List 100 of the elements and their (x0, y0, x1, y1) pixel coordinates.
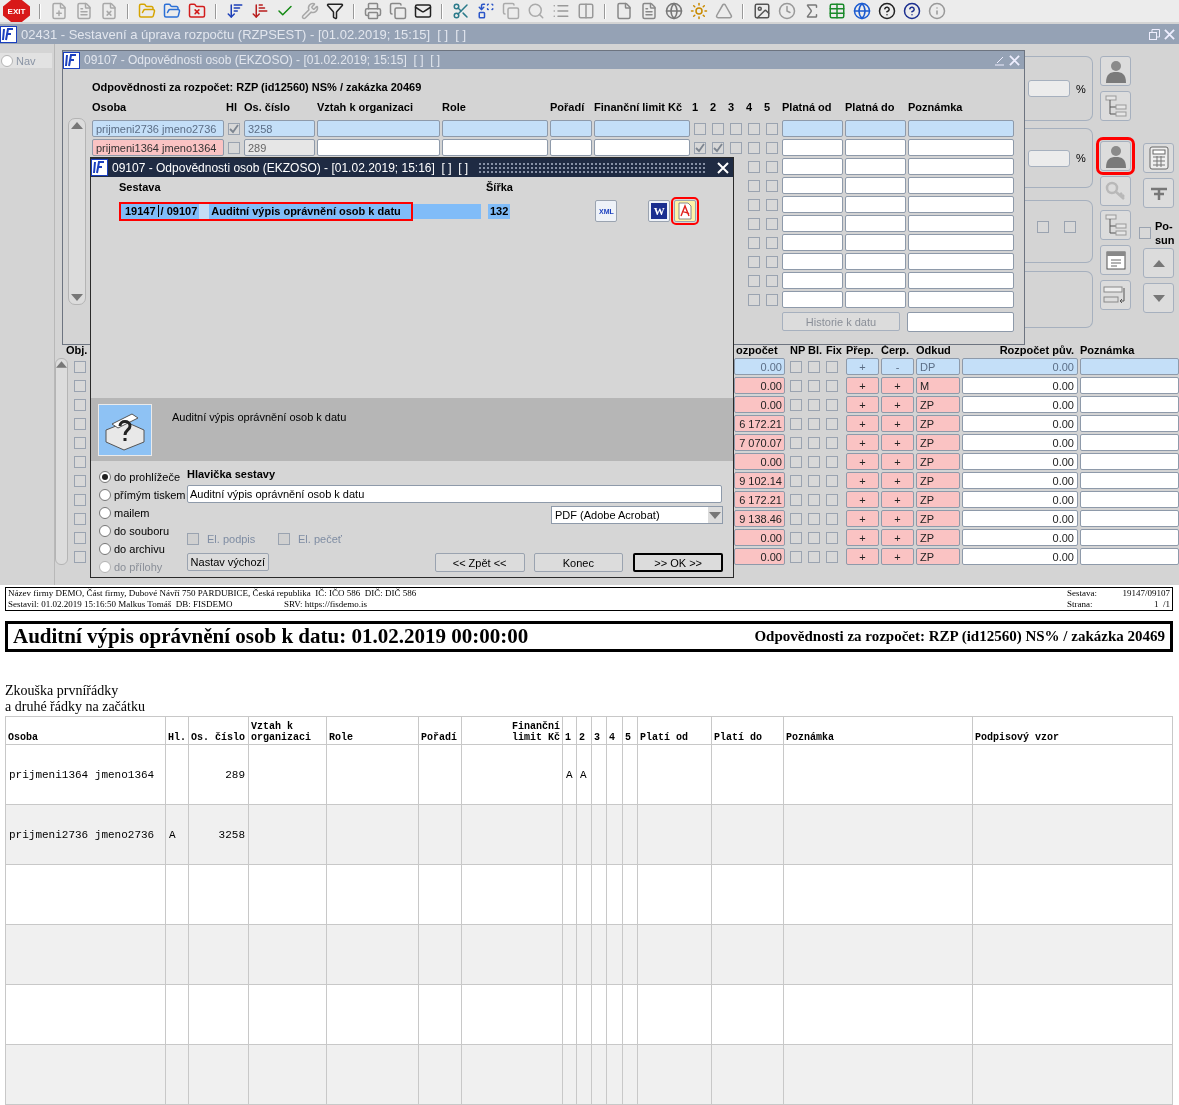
checkbox[interactable] (694, 122, 706, 135)
checkbox[interactable] (74, 379, 86, 392)
help-icon[interactable] (878, 2, 896, 20)
pdf-export-button[interactable] (674, 200, 697, 222)
checkbox[interactable] (712, 122, 724, 135)
radio-button[interactable] (99, 471, 111, 483)
radio-button[interactable] (99, 543, 111, 555)
info-icon[interactable] (928, 2, 946, 20)
radio-button[interactable] (99, 489, 111, 501)
copy-icon[interactable] (502, 2, 520, 20)
folder-delete-icon[interactable] (188, 2, 206, 20)
checkbox[interactable] (826, 398, 838, 411)
header-input[interactable]: Auditní výpis oprávnění osob k datu (187, 485, 722, 503)
checkbox[interactable] (730, 122, 742, 135)
tree-button[interactable] (1100, 91, 1131, 121)
checkbox[interactable] (74, 550, 86, 563)
wrench-icon[interactable] (301, 2, 319, 20)
checkbox[interactable] (748, 293, 760, 306)
checkbox[interactable] (808, 550, 820, 563)
checkbox[interactable] (766, 160, 778, 173)
checkbox[interactable] (790, 493, 802, 506)
columns-icon[interactable] (577, 2, 595, 20)
option-label[interactable]: mailem (114, 507, 150, 519)
person-cell[interactable]: prijmeni2736 jmeno2736 (92, 120, 224, 137)
checkbox[interactable] (766, 255, 778, 268)
document-icon[interactable] (640, 2, 658, 20)
checkbox[interactable] (808, 417, 820, 430)
checkbox[interactable] (790, 550, 802, 563)
option-label[interactable]: do souboru (114, 525, 170, 537)
checkbox[interactable] (808, 474, 820, 487)
checkbox[interactable] (790, 436, 802, 449)
file-edit-icon[interactable] (75, 2, 93, 20)
checkbox[interactable] (790, 474, 802, 487)
sort-descending-icon[interactable] (251, 2, 269, 20)
sun-icon[interactable] (690, 2, 708, 20)
checkbox[interactable] (826, 436, 838, 449)
checkbox[interactable] (826, 360, 838, 373)
checkbox[interactable] (74, 455, 86, 468)
search-icon[interactable] (527, 2, 545, 20)
checkbox[interactable] (74, 474, 86, 487)
checkbox[interactable] (808, 379, 820, 392)
exit-button[interactable]: EXIT (3, 0, 30, 22)
checkbox[interactable] (790, 379, 802, 392)
option-label[interactable]: přímým tiskem (114, 489, 186, 501)
checkbox[interactable] (790, 417, 802, 430)
print-help-button[interactable] (98, 404, 152, 456)
checkbox[interactable] (74, 360, 86, 373)
checkbox[interactable] (730, 141, 742, 154)
mail-icon[interactable] (414, 2, 432, 20)
percent-field[interactable] (1028, 149, 1070, 167)
checkbox[interactable] (1037, 220, 1049, 233)
checkbox[interactable] (808, 398, 820, 411)
clock-icon[interactable] (778, 2, 796, 20)
list-icon[interactable] (552, 2, 570, 20)
calculator-button[interactable] (1143, 143, 1174, 173)
checkbox[interactable] (1139, 227, 1151, 239)
checkbox[interactable] (228, 122, 240, 135)
checkbox[interactable] (808, 436, 820, 449)
checkbox[interactable] (766, 217, 778, 230)
checkbox[interactable] (74, 398, 86, 411)
tree-button[interactable] (1100, 210, 1131, 240)
radio-button[interactable] (99, 525, 111, 537)
checkbox[interactable] (694, 141, 706, 154)
format-select[interactable]: PDF (Adobe Acrobat) (551, 506, 723, 524)
add-button[interactable] (1143, 178, 1174, 208)
file-plus-icon[interactable] (50, 2, 68, 20)
checkbox[interactable] (748, 198, 760, 211)
help-icon[interactable] (903, 2, 921, 20)
document-icon[interactable] (615, 2, 633, 20)
checkbox[interactable] (74, 417, 86, 430)
checkbox[interactable] (748, 141, 760, 154)
checkbox[interactable] (766, 236, 778, 249)
checkbox[interactable] (790, 455, 802, 468)
checkbox[interactable] (808, 455, 820, 468)
checkbox[interactable] (748, 236, 760, 249)
checkbox[interactable] (826, 379, 838, 392)
replace-icon[interactable] (477, 2, 495, 20)
person-cell[interactable]: prijmeni1364 jmeno1364 (92, 139, 224, 156)
move-up-button[interactable] (1143, 248, 1174, 278)
checkbox[interactable] (790, 360, 802, 373)
checkbox[interactable] (826, 474, 838, 487)
move-down-button[interactable] (1143, 283, 1174, 313)
checkbox[interactable] (826, 512, 838, 525)
checkbox[interactable] (228, 141, 240, 154)
person-button[interactable] (1100, 56, 1131, 86)
checkbox[interactable] (1064, 220, 1076, 233)
calendar-button[interactable] (1100, 245, 1131, 275)
globe-icon[interactable] (665, 2, 683, 20)
checkbox[interactable] (74, 436, 86, 449)
checkbox[interactable] (826, 455, 838, 468)
checkbox[interactable] (74, 531, 86, 544)
globe-icon[interactable] (853, 2, 871, 20)
checkbox[interactable] (808, 512, 820, 525)
transfer-button[interactable] (1100, 280, 1131, 310)
checkbox[interactable] (808, 360, 820, 373)
checkbox[interactable] (790, 398, 802, 411)
filter-icon[interactable] (326, 2, 344, 20)
checkbox[interactable] (712, 141, 724, 154)
scrollbar[interactable] (68, 118, 86, 305)
checkbox[interactable] (74, 493, 86, 506)
